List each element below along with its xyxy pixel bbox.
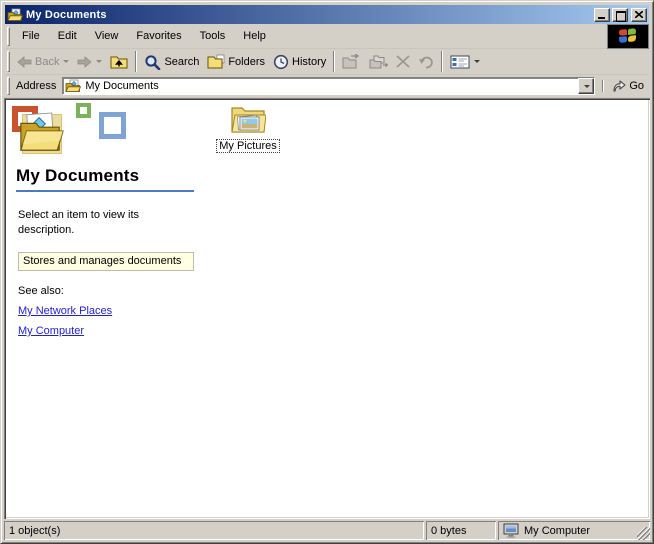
menu-tools[interactable]: Tools xyxy=(191,28,235,45)
folder-banner-graphic xyxy=(6,102,136,158)
history-clock-icon xyxy=(273,54,289,69)
menubar: File Edit View Favorites Tools Help xyxy=(5,25,649,49)
views-dropdown-icon[interactable] xyxy=(474,60,481,63)
toolbar-separator xyxy=(135,51,138,72)
go-separator xyxy=(602,80,605,92)
up-button[interactable] xyxy=(106,51,132,73)
address-combobox[interactable]: My Documents xyxy=(62,77,596,95)
move-to-button[interactable] xyxy=(338,51,365,73)
minimize-button[interactable] xyxy=(594,7,610,22)
window-title: My Documents xyxy=(26,8,107,21)
views-button[interactable] xyxy=(446,51,484,73)
windows-flag-throbber-icon xyxy=(608,25,648,48)
search-button[interactable]: Search xyxy=(140,51,203,73)
undo-button[interactable] xyxy=(414,51,438,73)
close-button[interactable] xyxy=(631,7,647,22)
address-label: Address xyxy=(16,80,57,92)
menu-edit[interactable]: Edit xyxy=(49,28,86,45)
file-item-my-pictures[interactable]: My Pictures xyxy=(212,103,284,153)
banner-green-square xyxy=(76,103,91,118)
addressbar-grip[interactable] xyxy=(7,77,10,95)
back-button[interactable]: Back xyxy=(13,51,73,73)
file-list-area[interactable]: My Pictures xyxy=(204,98,650,519)
menu-favorites[interactable]: Favorites xyxy=(127,28,190,45)
toolbar-separator xyxy=(441,51,444,72)
forward-dropdown-icon[interactable] xyxy=(96,60,103,63)
back-arrow-icon xyxy=(17,55,32,68)
maximize-button[interactable] xyxy=(612,7,628,22)
chevron-down-icon xyxy=(583,84,590,88)
link-my-network-places[interactable]: My Network Places xyxy=(18,305,112,317)
undo-arrow-icon xyxy=(419,56,433,68)
file-item-label[interactable]: My Pictures xyxy=(216,139,280,153)
statusbar: 1 object(s) 0 bytes My Computer xyxy=(4,519,650,540)
status-object-count: 1 object(s) xyxy=(4,521,424,540)
open-folder-icon xyxy=(7,7,24,23)
panel-description: Select an item to view its description. xyxy=(18,209,140,236)
status-size: 0 bytes xyxy=(426,521,496,540)
addressbar: Address My Documents Go xyxy=(5,75,649,98)
webview-info-panel: My Documents Select an item to view its … xyxy=(4,98,204,519)
status-zone-label: My Computer xyxy=(524,524,591,537)
my-documents-folder-icon xyxy=(18,110,64,157)
move-to-icon xyxy=(342,54,360,69)
status-zone: My Computer xyxy=(498,521,650,540)
folder-content-area: My Documents Select an item to view its … xyxy=(4,98,650,519)
delete-button[interactable] xyxy=(392,51,414,73)
open-folder-icon xyxy=(65,78,82,94)
menu-view[interactable]: View xyxy=(86,28,128,45)
menu-file[interactable]: File xyxy=(13,28,49,45)
banner-blue-square xyxy=(99,112,126,139)
go-arrow-icon xyxy=(613,80,626,92)
titlebar[interactable]: My Documents xyxy=(5,5,649,24)
standard-toolbar: Back Search Folders History xyxy=(5,49,649,75)
copy-to-button[interactable] xyxy=(365,51,392,73)
folders-icon xyxy=(207,54,225,69)
forward-arrow-icon xyxy=(78,55,93,68)
up-folder-icon xyxy=(110,56,128,69)
my-pictures-folder-icon[interactable] xyxy=(230,103,267,137)
my-computer-icon xyxy=(503,523,519,538)
toolbar-grip[interactable] xyxy=(7,51,10,72)
search-icon xyxy=(145,54,161,70)
toolbar-separator xyxy=(333,51,336,72)
link-my-computer[interactable]: My Computer xyxy=(18,325,84,337)
folders-button[interactable]: Folders xyxy=(203,51,269,73)
panel-title-rule xyxy=(16,190,194,192)
folder-infotip: Stores and manages documents xyxy=(18,252,194,271)
go-button[interactable]: Go xyxy=(607,78,649,94)
forward-button[interactable] xyxy=(73,51,106,73)
menubar-grip[interactable] xyxy=(7,27,10,46)
back-dropdown-icon[interactable] xyxy=(63,60,70,63)
history-button[interactable]: History xyxy=(269,51,330,73)
copy-to-icon xyxy=(369,55,389,69)
address-value[interactable]: My Documents xyxy=(85,80,578,92)
panel-title: My Documents xyxy=(16,166,140,185)
resize-grip[interactable] xyxy=(637,527,650,540)
address-dropdown-button[interactable] xyxy=(578,78,595,94)
explorer-window: My Documents File Edit View Favorites To… xyxy=(0,0,654,544)
delete-x-icon xyxy=(396,55,410,68)
menu-help[interactable]: Help xyxy=(234,28,275,45)
views-grid-icon xyxy=(450,55,470,68)
see-also-label: See also: xyxy=(18,285,64,297)
